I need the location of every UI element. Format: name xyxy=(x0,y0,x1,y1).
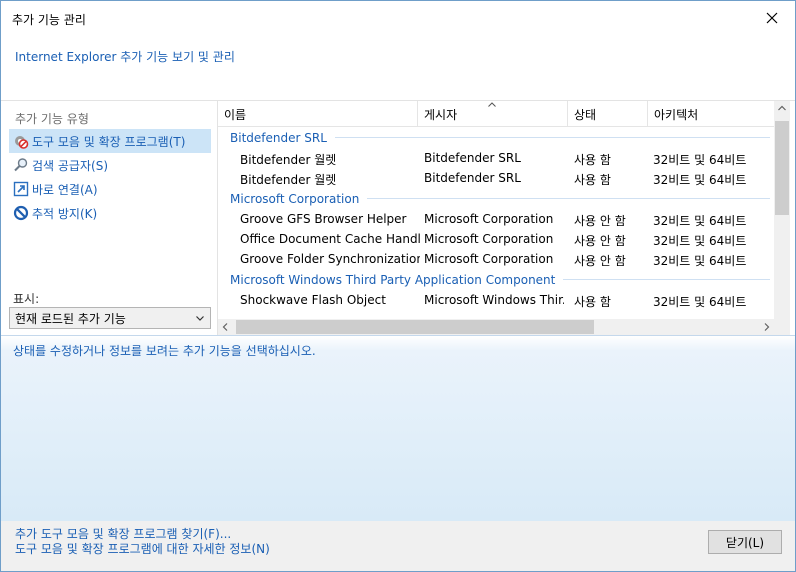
column-header-label: 상태 xyxy=(574,107,597,122)
horizontal-scrollbar[interactable] xyxy=(218,319,774,335)
tracking-protection-icon xyxy=(13,205,29,221)
cell-publisher: Microsoft Corporation xyxy=(424,232,554,246)
cell-publisher: Bitdefender SRL xyxy=(424,171,521,185)
group-divider xyxy=(563,279,770,280)
title-bar: 추가 기능 관리 xyxy=(1,1,795,37)
group-header: Microsoft Corporation xyxy=(218,188,774,209)
cell-name: Groove Folder Synchronization xyxy=(240,252,420,266)
show-dropdown-value: 현재 로드된 추가 기능 xyxy=(15,311,126,326)
cell-status: 사용 함 xyxy=(574,173,611,187)
group-header-label: Microsoft Corporation xyxy=(230,191,360,206)
cell-status: 사용 안 함 xyxy=(574,254,626,268)
sort-ascending-icon xyxy=(488,102,496,107)
gear-block-icon xyxy=(13,133,29,149)
scrollbar-corner xyxy=(774,319,790,335)
cell-architecture: 32비트 및 64비트 xyxy=(653,173,747,187)
cell-name: Groove GFS Browser Helper xyxy=(240,212,407,226)
show-dropdown[interactable]: 현재 로드된 추가 기능 xyxy=(9,307,211,329)
vertical-scroll-thumb[interactable] xyxy=(775,121,789,215)
table-row[interactable]: Groove Folder Synchronization Microsoft … xyxy=(218,249,774,269)
addon-types-heading: 추가 기능 유형 xyxy=(15,112,89,126)
cell-architecture: 32비트 및 64비트 xyxy=(653,214,747,228)
type-item-toolbars-extensions[interactable]: 도구 모음 및 확장 프로그램(T) xyxy=(9,129,211,153)
accelerator-icon xyxy=(13,181,29,197)
cell-status: 사용 함 xyxy=(574,153,611,167)
addon-rows: Bitdefender SRL Bitdefender 월렛 Bitdefend… xyxy=(218,127,774,319)
table-row[interactable]: Shockwave Flash Object Microsoft Windows… xyxy=(218,290,774,310)
group-header-label: Microsoft Windows Third Party Applicatio… xyxy=(230,272,556,287)
column-header-label: 게시자 xyxy=(424,107,458,122)
learn-more-link[interactable]: 도구 모음 및 확장 프로그램에 대한 자세한 정보(N) xyxy=(15,540,270,557)
column-header-label: 아키텍처 xyxy=(654,107,699,122)
cell-status: 사용 함 xyxy=(574,295,611,309)
group-divider xyxy=(334,137,770,138)
cell-architecture: 32비트 및 64비트 xyxy=(653,153,747,167)
column-header-architecture[interactable]: 아키텍처 xyxy=(648,101,774,127)
column-header-label: 이름 xyxy=(224,107,247,122)
footer: 추가 도구 모음 및 확장 프로그램 찾기(F)... 도구 모음 및 확장 프… xyxy=(1,521,795,571)
cell-name: Bitdefender 월렛 xyxy=(240,173,337,187)
cell-publisher: Microsoft Corporation xyxy=(424,252,554,266)
table-row[interactable]: Bitdefender 월렛 Bitdefender SRL 사용 함 32비트… xyxy=(218,148,774,168)
type-item-tracking-protection[interactable]: 추적 방지(K) xyxy=(9,201,211,225)
cell-architecture: 32비트 및 64비트 xyxy=(653,234,747,248)
search-icon xyxy=(13,157,29,173)
table-row[interactable]: Office Document Cache Handler Microsoft … xyxy=(218,229,774,249)
manage-addons-window: 추가 기능 관리 Internet Explorer 추가 기능 보기 및 관리… xyxy=(0,0,796,572)
addon-list: 이름 게시자 상태 아키텍처 Bitdefender SRL Bitdefend… xyxy=(217,101,790,335)
scroll-up-icon[interactable] xyxy=(778,105,786,111)
group-header: Bitdefender SRL xyxy=(218,127,774,148)
type-item-label: 도구 모음 및 확장 프로그램(T) xyxy=(32,134,186,149)
scroll-right-icon[interactable] xyxy=(764,323,770,331)
type-item-search-providers[interactable]: 검색 공급자(S) xyxy=(9,153,211,177)
group-header: Microsoft Windows Third Party Applicatio… xyxy=(218,269,774,290)
chevron-down-icon xyxy=(196,316,204,321)
close-icon xyxy=(766,12,778,24)
details-pane: 상태를 수정하거나 정보를 보려는 추가 기능을 선택하십시오. xyxy=(1,335,795,521)
column-header-name[interactable]: 이름 xyxy=(218,101,418,127)
group-header-label: Bitdefender SRL xyxy=(230,130,327,145)
details-hint: 상태를 수정하거나 정보를 보려는 추가 기능을 선택하십시오. xyxy=(13,344,316,358)
close-button-label: 닫기(L) xyxy=(725,535,765,550)
horizontal-scroll-thumb[interactable] xyxy=(236,320,594,334)
group-divider xyxy=(367,198,770,199)
type-item-label: 추적 방지(K) xyxy=(32,206,98,221)
window-title: 추가 기능 관리 xyxy=(12,13,86,27)
cell-architecture: 32비트 및 64비트 xyxy=(653,295,747,309)
window-close-button[interactable] xyxy=(749,1,795,35)
type-item-label: 바로 연결(A) xyxy=(32,182,98,197)
type-item-accelerators[interactable]: 바로 연결(A) xyxy=(9,177,211,201)
show-label: 표시: xyxy=(13,292,40,306)
column-header-row: 이름 게시자 상태 아키텍처 xyxy=(218,101,790,127)
table-row[interactable]: Groove GFS Browser Helper Microsoft Corp… xyxy=(218,209,774,229)
close-button[interactable]: 닫기(L) xyxy=(708,530,782,554)
cell-name: Bitdefender 월렛 xyxy=(240,153,337,167)
cell-name: Office Document Cache Handler xyxy=(240,232,420,246)
column-header-status[interactable]: 상태 xyxy=(568,101,648,127)
cell-status: 사용 안 함 xyxy=(574,214,626,228)
table-row[interactable]: Bitdefender 월렛 Bitdefender SRL 사용 함 32비트… xyxy=(218,168,774,188)
scroll-left-icon[interactable] xyxy=(222,323,228,331)
cell-status: 사용 안 함 xyxy=(574,234,626,248)
cell-publisher: Microsoft Windows Thir... xyxy=(424,293,564,307)
cell-publisher: Microsoft Corporation xyxy=(424,212,554,226)
type-item-label: 검색 공급자(S) xyxy=(32,158,108,173)
cell-publisher: Bitdefender SRL xyxy=(424,151,521,165)
vertical-scrollbar[interactable] xyxy=(774,101,790,319)
cell-architecture: 32비트 및 64비트 xyxy=(653,254,747,268)
header-subtitle-link: Internet Explorer 추가 기능 보기 및 관리 xyxy=(15,50,235,64)
cell-name: Shockwave Flash Object xyxy=(240,293,386,307)
addon-type-list: 도구 모음 및 확장 프로그램(T) 검색 공급자(S) 바로 연결(A) 추적… xyxy=(9,129,211,225)
addon-types-panel: 추가 기능 유형 도구 모음 및 확장 프로그램(T) 검색 공급자(S) 바로… xyxy=(1,101,216,335)
